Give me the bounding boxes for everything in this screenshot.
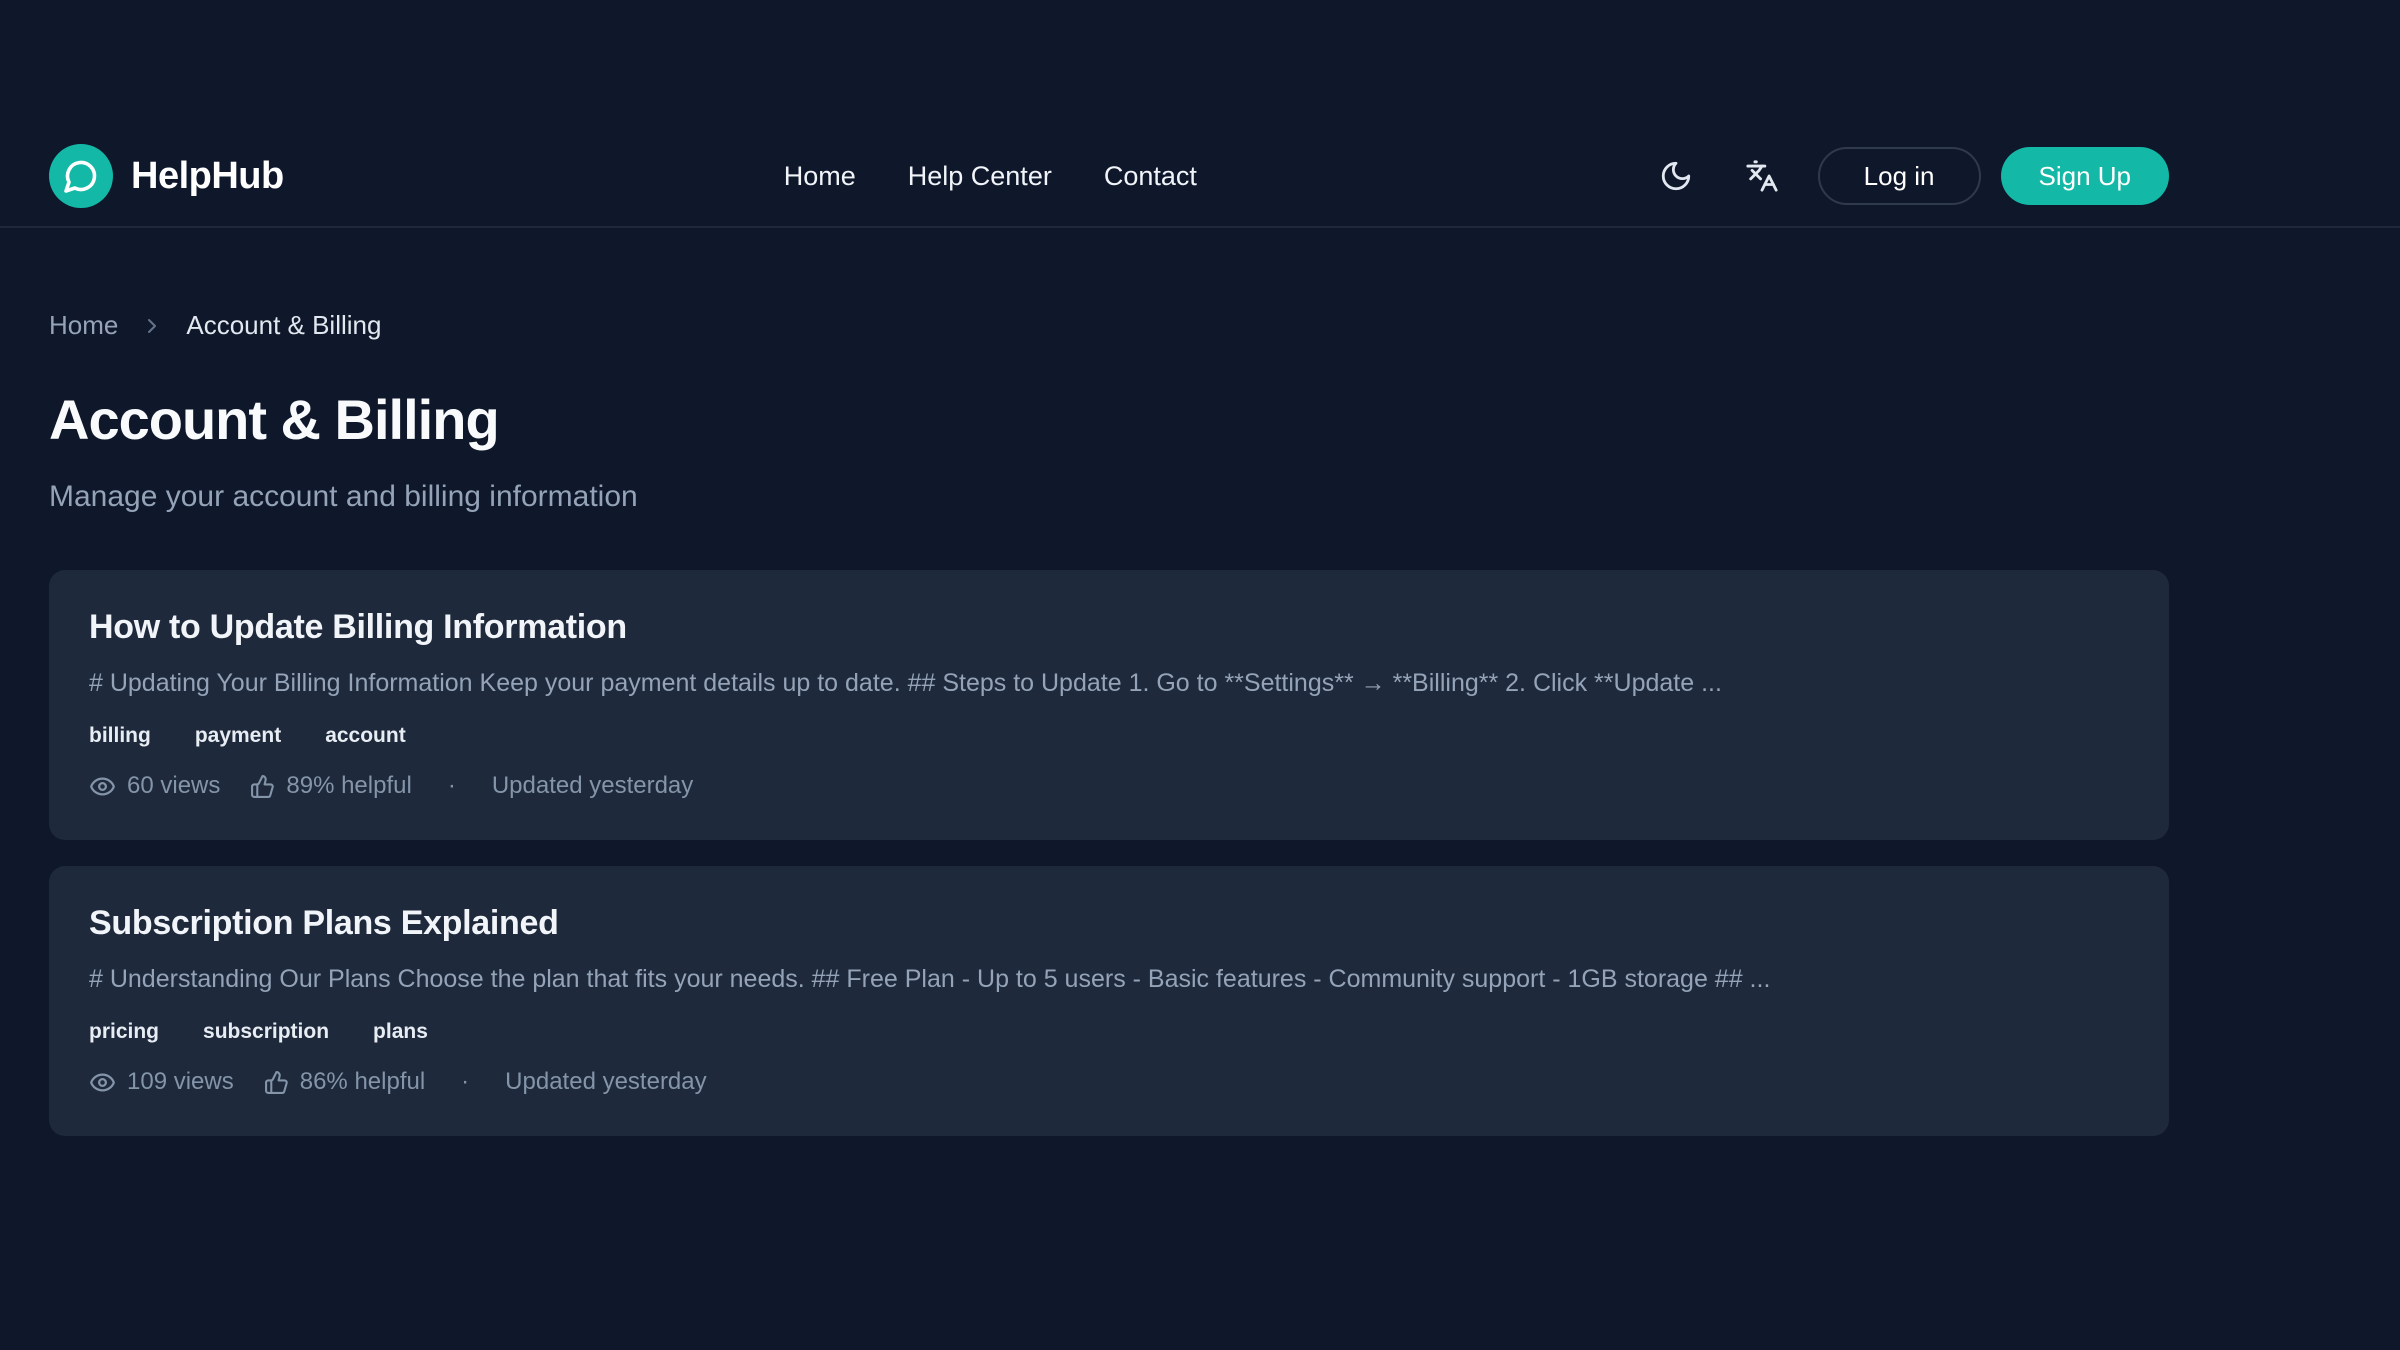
views-label: 60 views (127, 772, 220, 800)
logo-message-circle-icon (49, 144, 113, 208)
eye-icon (89, 1069, 116, 1096)
views-label: 109 views (127, 1068, 234, 1096)
nav-link-help-center[interactable]: Help Center (908, 161, 1052, 192)
page-title: Account & Billing (49, 387, 2169, 452)
primary-nav: Home Help Center Contact (784, 161, 1197, 192)
theme-toggle-button[interactable] (1652, 152, 1700, 200)
tag: payment (195, 724, 281, 748)
updated-label: Updated yesterday (505, 1068, 706, 1096)
signup-button[interactable]: Sign Up (2001, 147, 2170, 205)
chevron-right-icon (140, 314, 164, 338)
language-button[interactable] (1738, 152, 1786, 200)
helpful-label: 89% helpful (286, 772, 411, 800)
page-subtitle: Manage your account and billing informat… (49, 480, 2169, 514)
tag: pricing (89, 1020, 159, 1044)
article-title: How to Update Billing Information (89, 608, 2129, 647)
thumbs-up-icon (250, 774, 275, 799)
tag: billing (89, 724, 151, 748)
dot-separator: · (448, 772, 456, 800)
languages-icon (1745, 159, 1779, 193)
helpful-label: 86% helpful (300, 1068, 425, 1096)
article-tags: billing payment account (89, 724, 2129, 748)
tag: account (325, 724, 406, 748)
article-stats: 60 views 89% helpful · Updated yesterday (89, 772, 2129, 800)
article-excerpt: # Updating Your Billing Information Keep… (89, 669, 2129, 698)
views-stat: 60 views (89, 772, 220, 800)
tag: plans (373, 1020, 428, 1044)
tag: subscription (203, 1020, 329, 1044)
article-excerpt: # Understanding Our Plans Choose the pla… (89, 965, 2129, 994)
breadcrumb-home-link[interactable]: Home (49, 310, 118, 341)
article-title: Subscription Plans Explained (89, 904, 2129, 943)
nav-link-contact[interactable]: Contact (1104, 161, 1197, 192)
main-content: Home Account & Billing Account & Billing… (49, 310, 2169, 1136)
brand-name: HelpHub (131, 155, 284, 198)
views-stat: 109 views (89, 1068, 234, 1096)
thumbs-up-icon (264, 1070, 289, 1095)
dot-separator: · (461, 1068, 469, 1096)
login-button[interactable]: Log in (1818, 147, 1981, 205)
article-tags: pricing subscription plans (89, 1020, 2129, 1044)
article-card-billing-information[interactable]: How to Update Billing Information # Upda… (49, 570, 2169, 840)
breadcrumb: Home Account & Billing (49, 310, 2169, 341)
breadcrumb-current: Account & Billing (186, 310, 381, 341)
eye-icon (89, 773, 116, 800)
top-navbar: HelpHub Home Help Center Contact (0, 0, 2400, 228)
article-list: How to Update Billing Information # Upda… (49, 570, 2169, 1136)
navbar-controls: Log in Sign Up (1652, 147, 2169, 205)
article-card-subscription-plans[interactable]: Subscription Plans Explained # Understan… (49, 866, 2169, 1136)
updated-label: Updated yesterday (492, 772, 693, 800)
moon-icon (1659, 159, 1693, 193)
helpful-stat: 86% helpful (264, 1068, 425, 1096)
helpful-stat: 89% helpful (250, 772, 411, 800)
brand[interactable]: HelpHub (49, 144, 284, 208)
nav-link-home[interactable]: Home (784, 161, 856, 192)
article-stats: 109 views 86% helpful · Updated yesterda… (89, 1068, 2129, 1096)
